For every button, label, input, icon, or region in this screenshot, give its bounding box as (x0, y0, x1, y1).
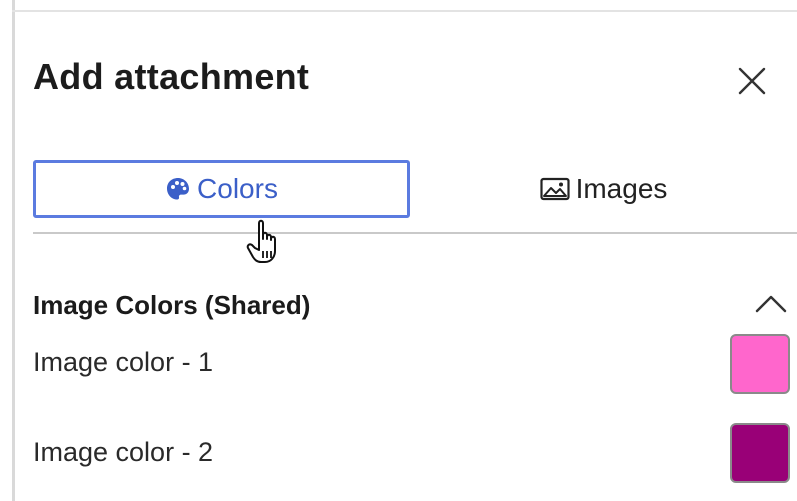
image-icon (539, 177, 570, 201)
dialog-title: Add attachment (33, 56, 310, 97)
color-swatch-1[interactable] (730, 334, 790, 394)
chevron-up-icon (755, 295, 787, 313)
page: ​ Add attachment C (0, 0, 797, 501)
color-swatch-2[interactable] (730, 423, 790, 483)
hand-pointer-cursor-icon (246, 219, 276, 263)
tab-colors-label: Colors (197, 173, 278, 204)
palette-icon (165, 176, 191, 202)
add-attachment-panel: Add attachment Colors Images Image Color… (15, 12, 797, 501)
color-row-label: Image color - 2 (33, 437, 214, 467)
close-button[interactable] (735, 64, 769, 98)
color-row-label: Image color - 1 (33, 347, 214, 377)
close-icon (738, 67, 766, 95)
tab-images-label: Images (575, 173, 668, 204)
collapse-section-button[interactable] (753, 292, 789, 316)
tab-images[interactable]: Images (410, 160, 797, 218)
tab-colors[interactable]: Colors (33, 160, 410, 218)
tab-bar: Colors Images (33, 160, 797, 234)
section-title: Image Colors (Shared) (33, 290, 311, 320)
tab-bar-underline (33, 232, 797, 234)
